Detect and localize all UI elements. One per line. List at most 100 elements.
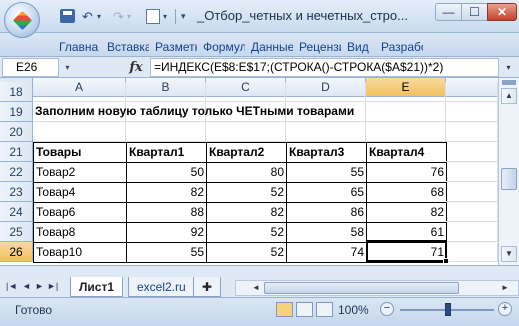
cell-e19[interactable] (366, 102, 446, 122)
row-header-23[interactable]: 23 (0, 182, 33, 202)
cell-e23[interactable]: 68 (366, 182, 447, 203)
page-layout-view-icon[interactable] (296, 302, 313, 317)
cell-a26[interactable]: Товар10 (33, 242, 127, 263)
page-break-view-icon[interactable] (316, 302, 333, 317)
zoom-slider-thumb[interactable] (445, 303, 451, 316)
row-header-20[interactable]: 20 (0, 122, 33, 142)
cell-c21[interactable]: Квартал2 (206, 142, 287, 163)
row-header-19[interactable]: 19 (0, 102, 33, 122)
cell-f21[interactable] (446, 142, 498, 162)
cell-a23[interactable]: Товар4 (33, 182, 127, 203)
undo-icon[interactable]: ↶ (82, 8, 93, 25)
print-preview-icon[interactable] (146, 9, 160, 24)
cell-c18[interactable] (206, 82, 286, 102)
close-button[interactable]: ✕ (487, 3, 517, 21)
tab-review[interactable]: Рецензи (294, 36, 342, 56)
cell-b26[interactable]: 55 (126, 242, 207, 263)
cell-c23[interactable]: 52 (206, 182, 287, 203)
zoom-in-button[interactable]: + (498, 302, 512, 316)
minimize-button[interactable]: — (435, 3, 462, 21)
cell-f22[interactable] (446, 162, 498, 182)
scroll-down-button[interactable]: ▼ (501, 246, 517, 262)
cell-d26[interactable]: 74 (286, 242, 367, 263)
redo-dropdown-icon[interactable]: ▾ (127, 8, 131, 25)
insert-sheet-icon[interactable]: ✚ (193, 277, 221, 297)
cell-d23[interactable]: 65 (286, 182, 367, 203)
cell-e22[interactable]: 76 (366, 162, 447, 183)
sheet-tab-list1[interactable]: Лист1 (70, 277, 124, 297)
save-icon[interactable] (60, 9, 75, 23)
cell-f18[interactable] (446, 82, 498, 102)
cell-e21[interactable]: Квартал4 (366, 142, 447, 163)
name-box-dropdown-icon[interactable]: ▾ (61, 58, 74, 77)
maximize-button[interactable]: ☐ (461, 3, 488, 21)
cell-b18[interactable] (126, 82, 206, 102)
redo-icon[interactable]: ↷ (113, 8, 124, 25)
cell-f26[interactable] (446, 242, 498, 262)
cell-f25[interactable] (446, 222, 498, 242)
cell-a25[interactable]: Товар8 (33, 222, 127, 243)
expand-formula-bar-icon[interactable]: ▾ (500, 58, 517, 77)
cell-f19[interactable] (446, 102, 498, 122)
cell-b25[interactable]: 92 (126, 222, 207, 243)
tab-view[interactable]: Вид (342, 36, 376, 56)
fill-handle[interactable] (443, 258, 449, 264)
cell-d22[interactable]: 55 (286, 162, 367, 183)
scroll-right-button[interactable]: ► (498, 281, 512, 295)
scroll-left-button[interactable]: ◄ (249, 281, 263, 295)
cell-a20[interactable] (33, 122, 126, 142)
row-header-18[interactable]: 18 (0, 82, 33, 102)
tab-home[interactable]: Главна (54, 36, 102, 56)
sheet-tab-excel2[interactable]: excel2.ru (128, 277, 195, 297)
cell-b23[interactable]: 82 (126, 182, 207, 203)
cell-d24[interactable]: 86 (286, 202, 367, 223)
cell-a24[interactable]: Товар6 (33, 202, 127, 223)
cell-e26[interactable]: 71 (366, 242, 447, 263)
cell-e18[interactable] (366, 82, 446, 102)
tab-developer[interactable]: Разработ (376, 36, 424, 56)
name-box[interactable]: E26 (2, 58, 59, 77)
cell-b22[interactable]: 50 (126, 162, 207, 183)
next-sheet-icon[interactable]: ► (35, 281, 44, 291)
customize-toolbar-icon[interactable]: ▾ (181, 8, 186, 25)
cell-f23[interactable] (446, 182, 498, 202)
tab-formulas[interactable]: Формул (198, 36, 246, 56)
cell-e24[interactable]: 82 (366, 202, 447, 223)
row-header-26[interactable]: 26 (0, 242, 33, 262)
cell-d21[interactable]: Квартал3 (286, 142, 367, 163)
cell-f20[interactable] (446, 122, 498, 142)
cell-e20[interactable] (366, 122, 446, 142)
cell-c26[interactable]: 52 (206, 242, 287, 263)
cell-a21[interactable]: Товары (33, 142, 127, 163)
cell-d25[interactable]: 58 (286, 222, 367, 243)
cell-e25[interactable]: 61 (366, 222, 447, 243)
horizontal-scroll-thumb[interactable] (264, 282, 459, 294)
split-box[interactable] (502, 80, 516, 85)
vertical-scroll-thumb[interactable] (501, 168, 517, 190)
cell-b21[interactable]: Квартал1 (126, 142, 207, 163)
cell-b24[interactable]: 88 (126, 202, 207, 223)
scroll-up-button[interactable]: ▲ (501, 88, 517, 104)
cell-f24[interactable] (446, 202, 498, 222)
office-button[interactable] (4, 2, 40, 38)
tab-insert[interactable]: Вставка (102, 36, 150, 56)
formula-input[interactable]: =ИНДЕКС(E$8:E$17;(СТРОКА()-СТРОКА($A$21)… (150, 58, 499, 77)
first-sheet-icon[interactable]: |◄ (6, 281, 17, 291)
cell-c22[interactable]: 80 (206, 162, 287, 183)
tab-data[interactable]: Данные (246, 36, 294, 56)
normal-view-icon[interactable] (276, 302, 293, 317)
insert-function-icon[interactable]: fx (125, 58, 147, 77)
horizontal-scrollbar[interactable]: ◄ ► (235, 280, 519, 296)
tab-page-layout[interactable]: Разметк (150, 36, 198, 56)
preview-dropdown-icon[interactable]: ▾ (163, 8, 167, 25)
row-header-22[interactable]: 22 (0, 162, 33, 182)
cell-c24[interactable]: 82 (206, 202, 287, 223)
prev-sheet-icon[interactable]: ◄ (22, 281, 31, 291)
cell-c20[interactable] (206, 122, 286, 142)
cell-b20[interactable] (126, 122, 206, 142)
row-header-25[interactable]: 25 (0, 222, 33, 242)
row-header-21[interactable]: 21 (0, 142, 33, 162)
cell-a18[interactable] (33, 82, 126, 102)
zoom-level[interactable]: 100% (338, 303, 369, 317)
cell-d20[interactable] (286, 122, 366, 142)
